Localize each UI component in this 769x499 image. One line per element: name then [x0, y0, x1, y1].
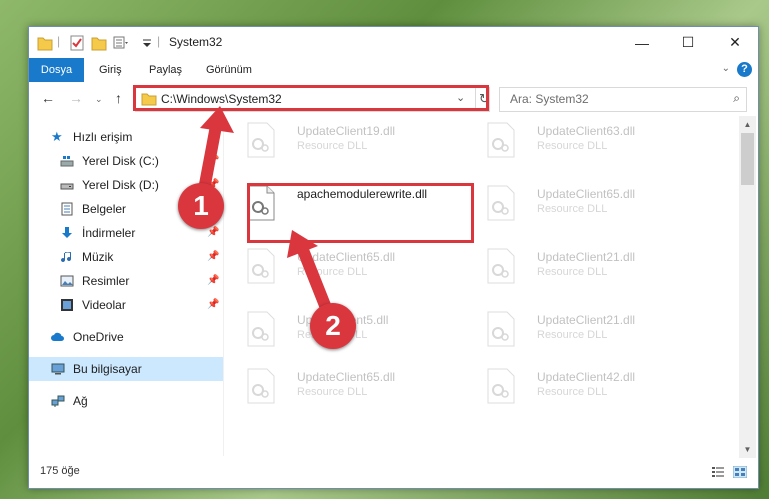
annotation-arrows: [197, 106, 336, 321]
step-2-badge: 2: [310, 303, 356, 349]
step-1-badge: 1: [178, 183, 224, 229]
arrow-1: [197, 106, 234, 197]
